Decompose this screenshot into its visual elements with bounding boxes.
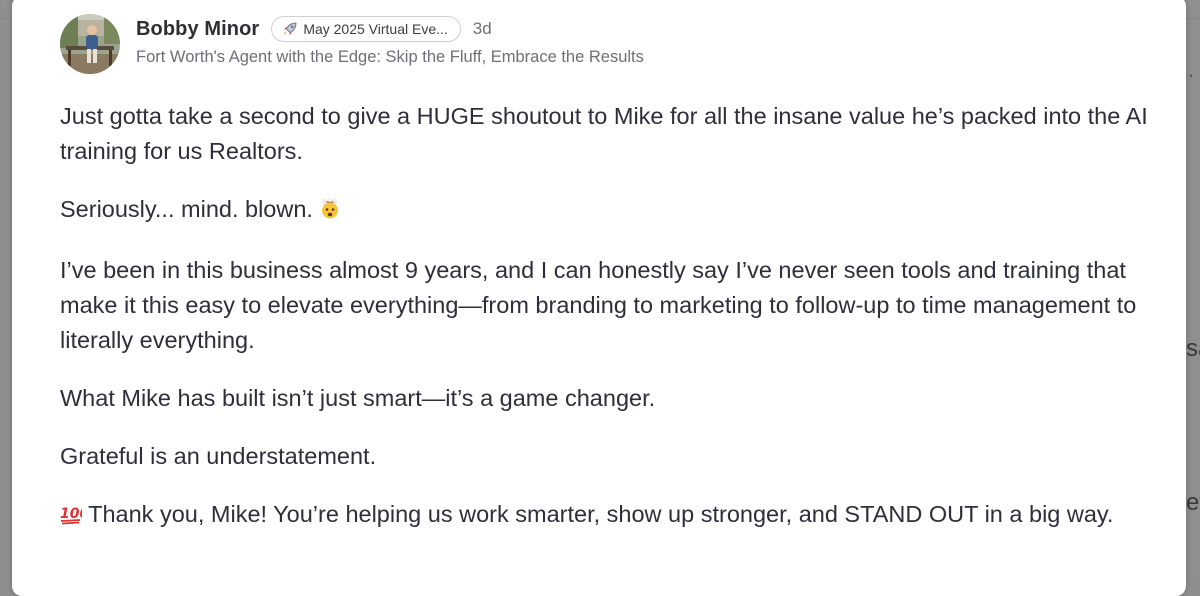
post-paragraph: What Mike has built isn’t just smart—it’… xyxy=(60,385,656,411)
author-name[interactable]: Bobby Minor xyxy=(136,18,259,41)
mind-blown-emoji-icon xyxy=(319,195,341,230)
background-text-fragment: . xyxy=(1187,57,1194,82)
post-paragraph: 100 Thank you, Mike! You’re helping us w… xyxy=(60,497,1150,535)
rocket-icon xyxy=(282,21,298,37)
post-paragraph-text: Thank you, Mike! You’re helping us work … xyxy=(88,501,1114,527)
group-badge-label: May 2025 Virtual Eve... xyxy=(303,21,448,37)
post-paragraph-text: Seriously... mind. blown. xyxy=(60,196,313,222)
group-badge[interactable]: May 2025 Virtual Eve... xyxy=(271,16,461,42)
hundred-points-emoji-icon: 100 xyxy=(60,500,89,535)
post-paragraph: Grateful is an understatement. xyxy=(60,443,377,469)
avatar-photo xyxy=(60,14,120,74)
post-header: Bobby Minor May 2025 Virtual Eve... 3d xyxy=(136,14,492,44)
post-timestamp[interactable]: 3d xyxy=(473,19,492,39)
background-text-fragment: ev xyxy=(1186,491,1200,515)
post-paragraph: I’ve been in this business almost 9 year… xyxy=(60,257,1137,353)
author-tagline: Fort Worth's Agent with the Edge: Skip t… xyxy=(136,48,644,66)
post-paragraph: Seriously... mind. blown. xyxy=(60,192,1150,230)
post-paragraph: Just gotta take a second to give a HUGE … xyxy=(60,103,1148,164)
post-modal: Bobby Minor May 2025 Virtual Eve... 3d F… xyxy=(12,0,1186,596)
avatar[interactable] xyxy=(60,14,120,74)
post-body: Just gotta take a second to give a HUGE … xyxy=(60,99,1150,558)
background-text-fragment: sa xyxy=(1186,337,1200,361)
